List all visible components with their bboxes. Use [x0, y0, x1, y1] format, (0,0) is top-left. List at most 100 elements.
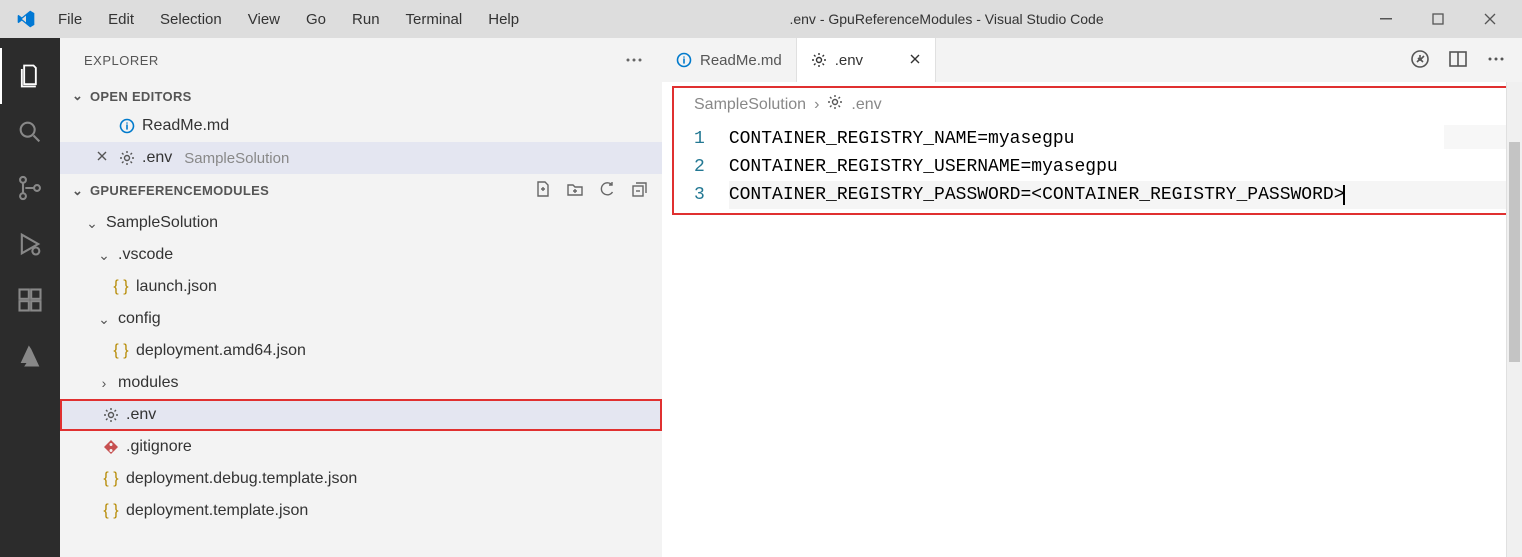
explorer-sidebar: EXPLORER ⌄ OPEN EDITORS ReadMe.md — [60, 38, 662, 557]
collapse-all-icon[interactable] — [630, 180, 648, 201]
info-icon — [118, 118, 136, 134]
open-editor-detail: SampleSolution — [184, 150, 289, 167]
tree-folder-samplesolution[interactable]: ⌄ SampleSolution — [60, 207, 662, 239]
close-button[interactable] — [1466, 3, 1514, 35]
breadcrumb-file: .env — [851, 96, 881, 114]
sidebar-more-icon[interactable] — [624, 50, 644, 70]
open-editor-label: ReadMe.md — [142, 117, 229, 135]
tree-file-gitignore[interactable]: .gitignore — [60, 431, 662, 463]
menu-file[interactable]: File — [46, 5, 94, 34]
vscode-logo-icon — [16, 9, 36, 29]
tree-label: modules — [118, 374, 178, 392]
editor-area: ReadMe.md .env — [662, 38, 1522, 557]
code-content[interactable]: CONTAINER_REGISTRY_NAME=myasegpu CONTAIN… — [723, 121, 1514, 213]
open-editors-header[interactable]: ⌄ OPEN EDITORS — [60, 82, 662, 110]
activity-run-debug[interactable] — [0, 216, 60, 272]
tree-label: deployment.debug.template.json — [126, 470, 357, 488]
activity-search[interactable] — [0, 104, 60, 160]
git-icon — [102, 439, 120, 455]
json-icon: { } — [102, 502, 120, 520]
folder-header[interactable]: ⌄ GPUREFERENCEMODULES — [60, 174, 662, 207]
code-line: CONTAINER_REGISTRY_PASSWORD=<CONTAINER_R… — [729, 185, 1345, 205]
line-number: 3 — [694, 181, 705, 209]
minimap[interactable] — [1444, 125, 1514, 173]
open-editors-label: OPEN EDITORS — [90, 89, 192, 104]
new-folder-icon[interactable] — [566, 180, 584, 201]
tab-env[interactable]: .env — [797, 38, 936, 82]
open-editor-readme[interactable]: ReadMe.md — [60, 110, 662, 142]
maximize-button[interactable] — [1414, 3, 1462, 35]
code-line: CONTAINER_REGISTRY_NAME=myasegpu — [729, 125, 1508, 153]
scrollbar-thumb[interactable] — [1509, 142, 1520, 362]
tree-label: SampleSolution — [106, 214, 218, 232]
tree-label: config — [118, 310, 161, 328]
window-title: .env - GpuReferenceModules - Visual Stud… — [531, 11, 1362, 27]
sidebar-title: EXPLORER — [84, 53, 159, 68]
info-icon — [676, 52, 692, 68]
menu-terminal[interactable]: Terminal — [394, 5, 475, 34]
tree-label: launch.json — [136, 278, 217, 296]
new-file-icon[interactable] — [534, 180, 552, 201]
file-tree: ⌄ SampleSolution ⌄ .vscode { } launch.js… — [60, 207, 662, 527]
activity-source-control[interactable] — [0, 160, 60, 216]
tree-label: deployment.template.json — [126, 502, 308, 520]
json-icon: { } — [112, 342, 130, 360]
tree-file-deploy-template[interactable]: { } deployment.template.json — [60, 495, 662, 527]
json-icon: { } — [112, 278, 130, 296]
tree-folder-modules[interactable]: › modules — [60, 367, 662, 399]
window-controls — [1362, 3, 1514, 35]
json-icon: { } — [102, 470, 120, 488]
chevron-down-icon: ⌄ — [72, 183, 88, 199]
tree-label: .env — [126, 406, 156, 424]
close-icon[interactable] — [909, 52, 921, 69]
chevron-right-icon: › — [814, 96, 819, 114]
open-editor-env[interactable]: .env SampleSolution — [60, 142, 662, 174]
chevron-down-icon: ⌄ — [72, 88, 88, 104]
tree-file-deploy-debug[interactable]: { } deployment.debug.template.json — [60, 463, 662, 495]
chevron-down-icon: ⌄ — [84, 215, 100, 232]
menu-help[interactable]: Help — [476, 5, 531, 34]
more-icon[interactable] — [1486, 49, 1506, 72]
gear-icon — [827, 94, 843, 115]
tree-file-deployment-amd64[interactable]: { } deployment.amd64.json — [60, 335, 662, 367]
tree-folder-config[interactable]: ⌄ config — [60, 303, 662, 335]
tree-label: deployment.amd64.json — [136, 342, 306, 360]
tree-file-launch[interactable]: { } launch.json — [60, 271, 662, 303]
menu-view[interactable]: View — [236, 5, 292, 34]
editor-tabs: ReadMe.md .env — [662, 38, 1522, 82]
titlebar: File Edit Selection View Go Run Terminal… — [0, 0, 1522, 38]
tab-readme[interactable]: ReadMe.md — [662, 38, 797, 82]
menu-run[interactable]: Run — [340, 5, 392, 34]
menu-bar: File Edit Selection View Go Run Terminal… — [46, 5, 531, 34]
refresh-icon[interactable] — [598, 180, 616, 201]
close-icon[interactable] — [96, 149, 112, 167]
text-caret — [1343, 185, 1345, 205]
activity-azure[interactable] — [0, 328, 60, 384]
activity-explorer[interactable] — [0, 48, 60, 104]
folder-name: GPUREFERENCEMODULES — [90, 183, 269, 198]
code-line: CONTAINER_REGISTRY_USERNAME=myasegpu — [729, 153, 1508, 181]
menu-edit[interactable]: Edit — [96, 5, 146, 34]
tree-label: .vscode — [118, 246, 173, 264]
activity-extensions[interactable] — [0, 272, 60, 328]
tree-folder-vscode[interactable]: ⌄ .vscode — [60, 239, 662, 271]
split-editor-icon[interactable] — [1448, 49, 1468, 72]
run-icon[interactable] — [1410, 49, 1430, 72]
chevron-right-icon: › — [96, 375, 112, 391]
gear-icon — [102, 407, 120, 423]
menu-go[interactable]: Go — [294, 5, 338, 34]
tree-file-env[interactable]: .env — [60, 399, 662, 431]
breadcrumb-parent: SampleSolution — [694, 96, 806, 114]
tree-label: .gitignore — [126, 438, 192, 456]
code-editor[interactable]: 1 2 3 CONTAINER_REGISTRY_NAME=myasegpu C… — [672, 121, 1516, 215]
line-gutter: 1 2 3 — [674, 121, 723, 213]
tab-label: ReadMe.md — [700, 52, 782, 69]
tab-label: .env — [835, 52, 863, 69]
line-number: 2 — [694, 153, 705, 181]
breadcrumb[interactable]: SampleSolution › .env — [672, 86, 1516, 121]
chevron-down-icon: ⌄ — [96, 311, 112, 328]
menu-selection[interactable]: Selection — [148, 5, 234, 34]
gear-icon — [811, 52, 827, 68]
minimize-button[interactable] — [1362, 3, 1410, 35]
vertical-scrollbar[interactable] — [1506, 82, 1522, 557]
